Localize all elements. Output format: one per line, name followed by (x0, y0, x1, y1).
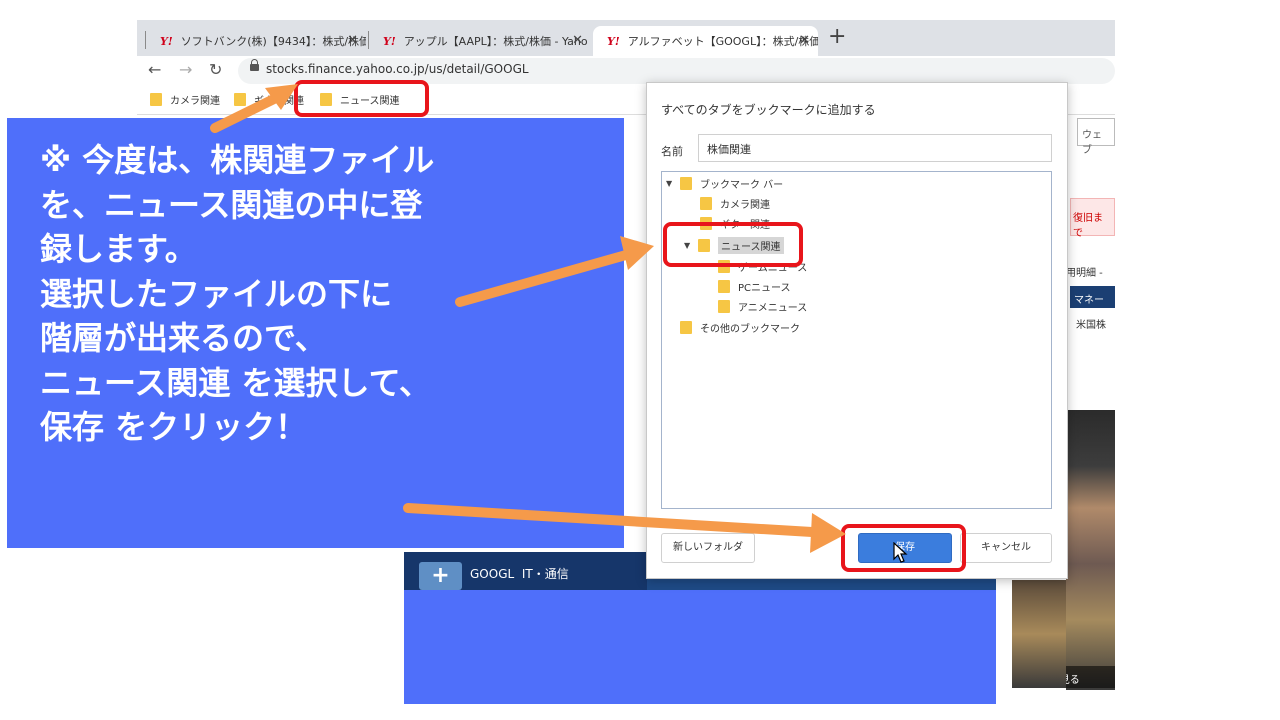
folder-icon (718, 300, 730, 313)
tree-item-label: その他のブックマーク (700, 324, 800, 335)
tab-title: アルファベット【GOOGL】：株式/株価 (627, 35, 818, 48)
forward-arrow-icon[interactable]: → (179, 60, 192, 79)
cancel-button[interactable]: キャンセル (960, 533, 1052, 563)
url-text[interactable]: stocks.finance.yahoo.co.jp/us/detail/GOO… (266, 62, 529, 76)
browser-tab-alphabet[interactable]: Y! アルファベット【GOOGL】：株式/株価 ✕ (593, 26, 818, 56)
browser-tab-apple[interactable]: Y! アップル【AAPL】：株式/株価 - Yaho ✕ (369, 26, 591, 56)
folder-name-input[interactable]: 株価関連 (698, 134, 1052, 162)
dialog-title: すべてのタブをブックマークに追加する (661, 103, 876, 117)
tree-item-label: アニメニュース (738, 303, 808, 314)
lock-icon (250, 59, 259, 71)
tree-item-label: ブックマーク バー (700, 180, 784, 191)
yahoo-logo-icon: Y! (607, 34, 620, 48)
tree-item-pc-news[interactable]: PCニュース (718, 279, 791, 294)
back-arrow-icon[interactable]: ← (148, 60, 161, 79)
tree-item-label: PCニュース (738, 283, 791, 294)
stock-ticker-label: GOOGL IT・通信 (470, 565, 569, 582)
tab-title: アップル【AAPL】：株式/株価 - Yaho (403, 35, 588, 48)
page-detail-link[interactable]: 用明細 - (1066, 264, 1103, 279)
yahoo-logo-icon: Y! (383, 34, 396, 48)
page-us-stocks[interactable]: 米国株 (1076, 316, 1106, 331)
folder-icon (700, 197, 712, 210)
sector: IT・通信 (521, 567, 569, 581)
bookmark-label: カメラ関連 (170, 96, 220, 107)
ad-image[interactable] (1066, 410, 1115, 690)
page-search-box[interactable]: ウェブ (1077, 118, 1115, 156)
close-tab-icon[interactable]: ✕ (572, 33, 583, 48)
tree-item-other-bookmarks[interactable]: その他のブックマーク (680, 320, 800, 335)
tab-title: ソフトバンク(株)【9434】：株式/株価 (180, 35, 366, 48)
close-tab-icon[interactable]: ✕ (347, 33, 358, 48)
mouse-cursor-icon (893, 542, 908, 563)
ad-image[interactable] (1012, 580, 1066, 688)
page-notice: 復旧まで (1070, 198, 1115, 239)
expand-triangle-icon[interactable]: ▼ (666, 179, 680, 188)
highlight-news-folder (663, 222, 803, 267)
annotation-text: ※ 今度は、株関連ファイル を、ニュース関連の中に登 録します。 選択したファイ… (40, 141, 435, 446)
bookmark-camera[interactable]: カメラ関連 (150, 92, 220, 107)
yahoo-logo-icon: Y! (160, 34, 173, 48)
folder-icon (234, 93, 246, 106)
new-tab-button[interactable]: + (828, 24, 846, 49)
tree-item-camera[interactable]: カメラ関連 (700, 196, 770, 211)
browser-tab-softbank[interactable]: Y! ソフトバンク(株)【9434】：株式/株価 ✕ (146, 26, 366, 56)
close-tab-icon[interactable]: ✕ (799, 33, 810, 48)
folder-icon (150, 93, 162, 106)
ticker: GOOGL (470, 567, 515, 581)
page-nav-tab[interactable]: マネー (1070, 286, 1115, 308)
folder-icon (718, 280, 730, 293)
add-portfolio-button[interactable]: + (419, 562, 462, 590)
highlight-news-bookmark (294, 80, 429, 117)
tree-item-anime-news[interactable]: アニメニュース (718, 299, 807, 314)
reload-icon[interactable]: ↻ (209, 60, 222, 79)
folder-icon (680, 177, 692, 190)
new-folder-button[interactable]: 新しいフォルダ (661, 533, 755, 563)
folder-icon (680, 321, 692, 334)
name-label: 名前 (661, 145, 683, 158)
tree-item-bookmark-bar[interactable]: ▼ ブックマーク バー (666, 176, 783, 191)
annotation-overlay-block (404, 590, 996, 704)
tree-item-label: カメラ関連 (720, 200, 770, 211)
